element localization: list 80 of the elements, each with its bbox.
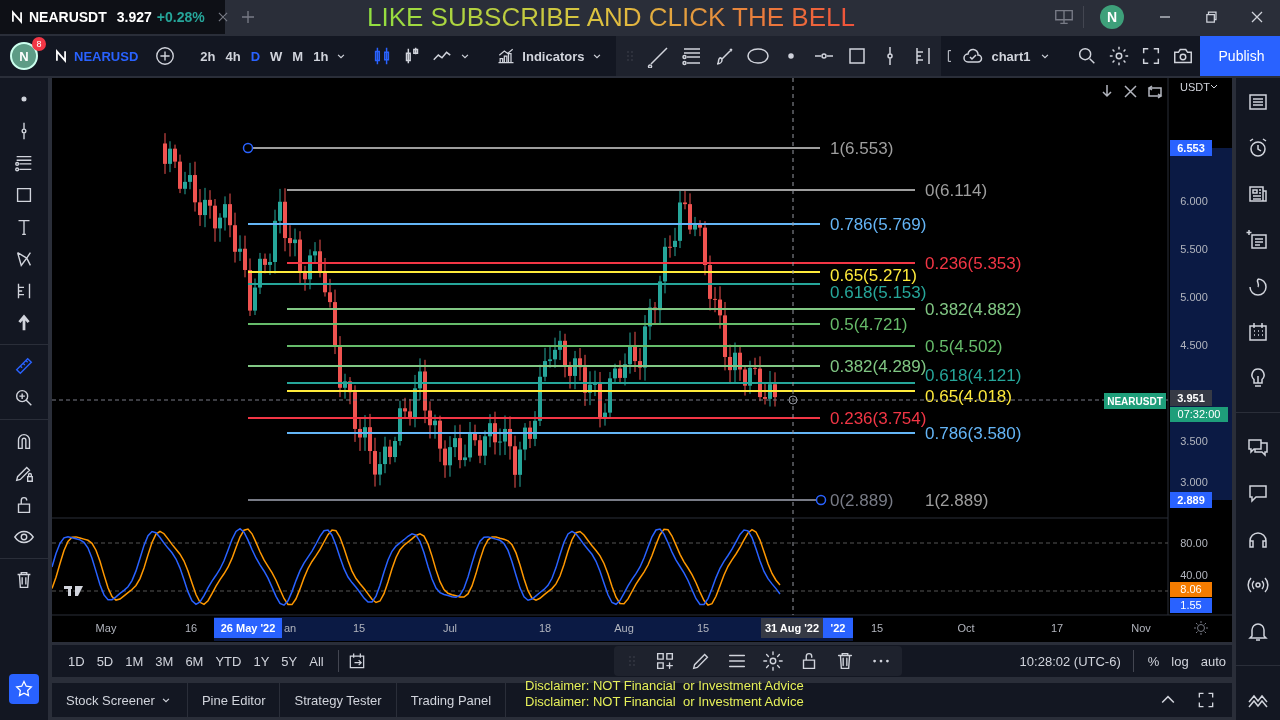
fib-level-label: 0.236(3.754) bbox=[830, 409, 927, 428]
time-tick: Oct bbox=[957, 622, 975, 634]
fib-level-label: 0(2.889) bbox=[830, 491, 894, 510]
time-tick: Nov bbox=[1131, 622, 1151, 634]
fib-level-label: 0.5(4.502) bbox=[925, 337, 1003, 356]
fib-level-label: 0.5(4.721) bbox=[830, 315, 908, 334]
panel-tab[interactable]: Stock Screener bbox=[52, 683, 188, 717]
notification-badge: 8 bbox=[32, 37, 46, 51]
time-tick: 15 bbox=[352, 622, 366, 634]
fib-level-label: 0.382(4.882) bbox=[925, 300, 1022, 319]
range-button[interactable]: 1Y bbox=[247, 649, 276, 673]
fib-level-label: 0.786(3.580) bbox=[925, 424, 1022, 443]
time-tick: 15 bbox=[870, 622, 884, 634]
interval-button[interactable]: M bbox=[288, 44, 308, 68]
tab-symbol: NEARUSDT bbox=[29, 9, 107, 25]
price-tick: 3.500 bbox=[1180, 435, 1208, 447]
range-button[interactable]: YTD bbox=[209, 649, 248, 673]
time-tick: May bbox=[95, 622, 117, 634]
time-tick: 18 bbox=[538, 622, 552, 634]
disclaimer-text: Disclaimer: NOT Financial or Investment Advice bbox=[525, 694, 804, 710]
fib-level-label: 0.65(4.018) bbox=[925, 387, 1012, 406]
price-tick: 6.000 bbox=[1180, 195, 1208, 207]
range-button[interactable]: 5D bbox=[90, 649, 120, 673]
fib-level-label: 0.236(5.353) bbox=[925, 254, 1022, 273]
interval-button[interactable]: 4h bbox=[221, 44, 245, 68]
price-tick: 5.000 bbox=[1180, 291, 1208, 303]
fib-level-label: 0.65(5.271) bbox=[830, 266, 917, 285]
fib-level-label: 0.618(4.121) bbox=[925, 366, 1022, 385]
scale-option[interactable]: % bbox=[1141, 649, 1166, 673]
countdown-tag: 07:32:00 bbox=[1170, 407, 1228, 422]
price-tick: 5.500 bbox=[1180, 243, 1208, 255]
scale-option[interactable]: auto bbox=[1194, 649, 1232, 673]
fib-level-label: 0.618(5.153) bbox=[830, 283, 927, 302]
oscillator-tick: 80.00 bbox=[1180, 537, 1208, 549]
time-tick: 17 bbox=[1050, 622, 1064, 634]
symbol-tag: NEARUSDT bbox=[1104, 393, 1166, 409]
range-button[interactable]: All bbox=[303, 649, 330, 673]
fib-level-label: 1(6.553) bbox=[830, 139, 894, 158]
panel-tab[interactable]: Pine Editor bbox=[187, 683, 281, 717]
publish-button[interactable]: Publish bbox=[1200, 36, 1280, 76]
range-button[interactable]: 5Y bbox=[275, 649, 304, 673]
range-button[interactable]: 3M bbox=[149, 649, 180, 673]
range-button[interactable]: 6M bbox=[179, 649, 210, 673]
range-button[interactable]: 1D bbox=[62, 649, 91, 673]
disclaimer-text: Disclaimer: NOT Financial or Investment Advice bbox=[525, 678, 804, 694]
panel-tab[interactable]: Strategy Tester bbox=[280, 683, 397, 717]
tab-price: 3.927 bbox=[116, 9, 152, 25]
indicators-button[interactable]: Indicators bbox=[492, 42, 589, 70]
time-tick: Aug bbox=[614, 622, 634, 634]
time-tick: 16 bbox=[184, 622, 198, 634]
fib-level-label: 0(6.114) bbox=[925, 181, 988, 200]
interval-button[interactable]: D bbox=[246, 44, 265, 68]
interval-button[interactable]: W bbox=[266, 44, 287, 68]
symbol-search[interactable]: NEARUSD bbox=[74, 48, 139, 64]
currency-label[interactable]: USDT bbox=[1180, 81, 1210, 93]
date-tag: 26 May '22 bbox=[214, 618, 282, 638]
time-tick: 15 bbox=[696, 622, 710, 634]
oscillator-tick: 40.00 bbox=[1180, 569, 1208, 581]
price-tag: 2.889 bbox=[1170, 492, 1212, 508]
fib-level-label: 0.786(5.769) bbox=[830, 215, 927, 234]
price-tag: 6.553 bbox=[1170, 140, 1212, 156]
fib-level-label: 1(2.889) bbox=[925, 491, 989, 510]
oscillator-tag: 1.55 bbox=[1170, 598, 1212, 613]
oscillator-tag: 8.06 bbox=[1170, 582, 1212, 597]
panel-tab[interactable]: Trading Panel bbox=[396, 683, 507, 717]
time-tick: Jul bbox=[442, 622, 458, 634]
time-tick: an bbox=[284, 622, 297, 634]
interval-button[interactable]: 2h bbox=[196, 44, 220, 68]
chart-tab[interactable]: NEARUSDT 3.927 +0.28% bbox=[0, 0, 225, 34]
layout-name[interactable]: chart1 bbox=[991, 48, 1031, 64]
interval-button[interactable]: 1h bbox=[309, 44, 333, 68]
price-tick: 3.000 bbox=[1180, 476, 1208, 488]
price-tick: 4.500 bbox=[1180, 339, 1208, 351]
tab-change: +0.28% bbox=[156, 9, 205, 25]
crosshair-date-tag: 31 Aug '22 bbox=[761, 618, 823, 638]
range-button[interactable]: 1M bbox=[119, 649, 150, 673]
scale-option[interactable]: log bbox=[1165, 649, 1195, 673]
clock[interactable]: 10:28:02 (UTC-6) bbox=[1019, 653, 1121, 669]
date-tag: '22 bbox=[823, 618, 853, 638]
last-price-tag: 3.951 bbox=[1170, 390, 1212, 406]
